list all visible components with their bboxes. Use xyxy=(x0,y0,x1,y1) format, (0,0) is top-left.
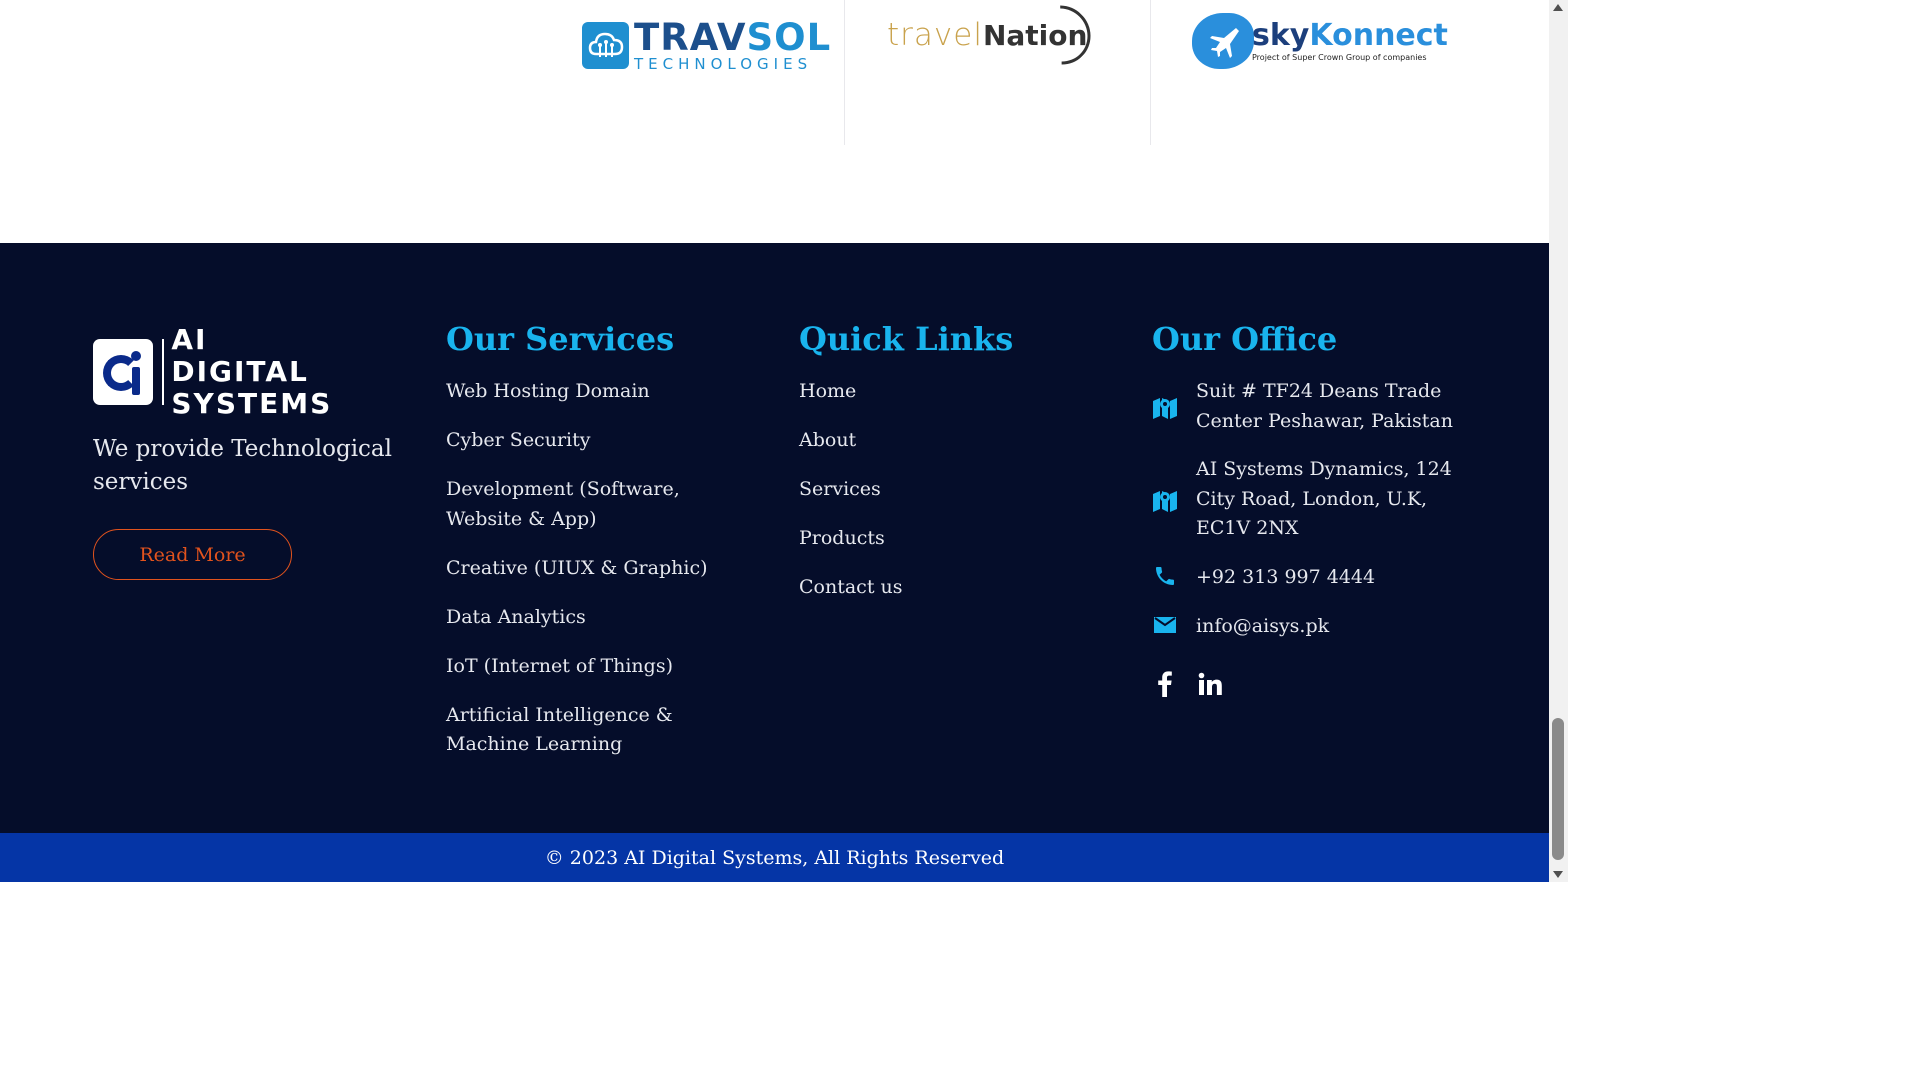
service-link[interactable]: Cyber Security xyxy=(446,426,751,456)
service-link[interactable]: Web Hosting Domain xyxy=(446,377,751,407)
brand-name-line1: AI DIGITAL xyxy=(171,323,309,388)
quick-links-list: Home About Services Products Contact us xyxy=(799,377,1049,622)
office-phone-text: +92 313 997 4444 xyxy=(1196,566,1376,588)
brand-name: AI DIGITAL SYSTEMS xyxy=(171,324,339,420)
partner-divider xyxy=(844,0,845,145)
quick-links-title: Quick Links xyxy=(799,320,1014,358)
travelnation-name-a: travel xyxy=(887,17,983,53)
office-address-text: Suit # TF24 Deans Trade Center Peshawar,… xyxy=(1196,380,1453,432)
facebook-icon[interactable] xyxy=(1152,670,1178,698)
service-link[interactable]: Data Analytics xyxy=(446,603,751,633)
site-footer: AI DIGITAL SYSTEMS We provide Technologi… xyxy=(0,243,1549,833)
skykonnect-subtitle: Project of Super Crown Group of companie… xyxy=(1252,52,1427,62)
travsol-subtitle: TECHNOLOGIES xyxy=(634,54,813,73)
map-pin-icon xyxy=(1152,394,1178,420)
brand-name-line2: SYSTEMS xyxy=(171,387,333,420)
quick-link-services[interactable]: Services xyxy=(799,475,1049,505)
partner-logo-skykonnect[interactable]: skyKonnect Project of Super Crown Group … xyxy=(1192,6,1448,76)
office-title: Our Office xyxy=(1152,320,1338,358)
phone-icon xyxy=(1152,563,1178,589)
office-email[interactable]: info@aisys.pk xyxy=(1152,612,1329,638)
quick-link-home[interactable]: Home xyxy=(799,377,1049,407)
service-link[interactable]: Creative (UIUX & Graphic) xyxy=(446,554,751,584)
read-more-button[interactable]: Read More xyxy=(93,529,292,580)
social-links xyxy=(1152,670,1223,698)
office-phone[interactable]: +92 313 997 4444 xyxy=(1152,563,1375,589)
partner-logo-travelnation[interactable]: travel Nation xyxy=(887,0,1104,77)
linkedin-icon[interactable] xyxy=(1197,670,1223,698)
skykonnect-name-a: sky xyxy=(1252,17,1310,53)
partner-logo-travsol[interactable]: TRAVSOL TECHNOLOGIES xyxy=(582,10,831,80)
logo-separator xyxy=(161,339,165,405)
travsol-name-b: SOL xyxy=(746,15,832,59)
partners-strip: TRAVSOL TECHNOLOGIES travel Nation skyKon… xyxy=(0,0,1549,243)
office-email-text: info@aisys.pk xyxy=(1196,615,1330,637)
map-pin-icon xyxy=(1152,487,1178,513)
office-address-london: AI Systems Dynamics, 124 City Road, Lond… xyxy=(1152,455,1452,539)
services-list: Web Hosting Domain Cyber Security Develo… xyxy=(446,377,751,779)
service-link[interactable]: Development (Software, Website & App) xyxy=(446,475,751,534)
scrollbar-thumb[interactable] xyxy=(1552,718,1564,860)
quick-link-contact[interactable]: Contact us xyxy=(799,573,1049,603)
scroll-down-arrow-icon[interactable] xyxy=(1553,871,1563,878)
partner-divider xyxy=(1150,0,1151,145)
copyright-bar: © 2023 AI Digital Systems, All Rights Re… xyxy=(0,833,1549,882)
brand-logo[interactable]: AI DIGITAL SYSTEMS xyxy=(93,324,339,420)
copyright-text: © 2023 AI Digital Systems, All Rights Re… xyxy=(544,846,1005,869)
swoosh-icon xyxy=(1019,0,1104,77)
quick-link-about[interactable]: About xyxy=(799,426,1049,456)
office-address-peshawar: Suit # TF24 Deans Trade Center Peshawar,… xyxy=(1152,377,1453,432)
brand-tagline: We provide Technological services xyxy=(93,436,392,495)
mail-icon xyxy=(1152,612,1178,638)
service-link[interactable]: Artificial Intelligence & Machine Learni… xyxy=(446,701,751,760)
vertical-scrollbar[interactable] xyxy=(1549,0,1568,882)
travsol-name-a: TRAV xyxy=(634,15,747,59)
scroll-up-arrow-icon[interactable] xyxy=(1553,4,1563,11)
ai-logo-icon xyxy=(93,339,153,405)
service-link[interactable]: IoT (Internet of Things) xyxy=(446,652,751,682)
services-title: Our Services xyxy=(446,320,675,358)
airplane-icon xyxy=(1192,13,1254,69)
quick-link-products[interactable]: Products xyxy=(799,524,1049,554)
office-address-text: AI Systems Dynamics, 124 City Road, Lond… xyxy=(1196,458,1452,539)
cloud-circuit-icon xyxy=(582,21,629,69)
skykonnect-name-b: Konnect xyxy=(1309,17,1448,53)
